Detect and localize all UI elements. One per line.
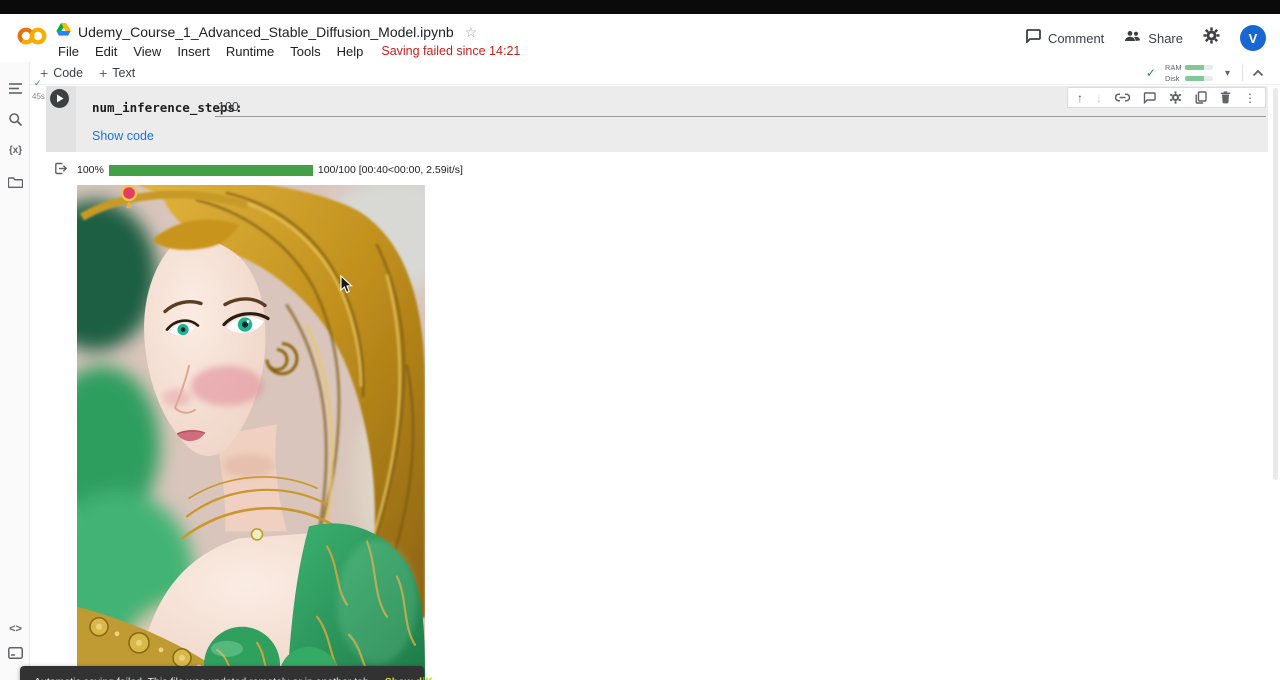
cell-insert-toolbar: + Code + Text (40, 62, 135, 84)
run-cell-button[interactable] (50, 89, 69, 108)
share-button[interactable]: Share (1124, 29, 1183, 47)
left-sidebar: {x} <> (0, 62, 30, 680)
menu-bar: File Edit View Insert Runtime Tools Help… (50, 42, 520, 60)
show-diff-button[interactable]: Show diff (385, 675, 432, 680)
more-actions-icon[interactable]: ⋮ (1244, 91, 1256, 105)
move-cell-up-icon[interactable]: ↑ (1077, 91, 1083, 105)
divider (30, 84, 1280, 85)
comment-button[interactable]: Comment (1025, 29, 1104, 48)
disk-usage-bar (1185, 76, 1213, 81)
share-label: Share (1148, 31, 1183, 46)
add-text-label: Text (112, 66, 135, 80)
snackbar: Automatic saving failed. This file was u… (20, 666, 424, 680)
divider (1242, 65, 1243, 81)
progress-bar (109, 165, 313, 176)
menu-help[interactable]: Help (329, 44, 372, 59)
ram-usage-bar (1185, 65, 1213, 70)
copy-cell-icon[interactable] (1195, 91, 1207, 104)
files-folder-icon[interactable] (7, 173, 24, 190)
menu-runtime[interactable]: Runtime (218, 44, 282, 59)
snackbar-message: Automatic saving failed. This file was u… (34, 675, 372, 680)
resources-dropdown-icon[interactable]: ▾ (1222, 68, 1233, 79)
gear-icon (1203, 27, 1220, 49)
variables-icon[interactable]: {x} (7, 142, 24, 159)
menu-edit[interactable]: Edit (87, 44, 125, 59)
execution-time: 45s (32, 92, 45, 101)
table-of-contents-icon[interactable] (7, 80, 24, 97)
cell-settings-gear-icon[interactable] (1169, 91, 1182, 104)
menu-tools[interactable]: Tools (282, 44, 328, 59)
add-code-label: Code (53, 66, 83, 80)
progress-output: 100% 100/100 [00:40<00:00, 2.59it/s] (77, 164, 463, 176)
copy-link-icon[interactable] (1115, 93, 1130, 102)
collapse-header-chevron-icon[interactable] (1252, 64, 1264, 82)
form-field-underline (215, 116, 1266, 117)
colab-logo[interactable] (16, 25, 48, 52)
add-code-button[interactable]: + Code (40, 65, 83, 81)
delete-cell-icon[interactable] (1220, 91, 1231, 104)
plus-icon: + (99, 65, 107, 81)
saving-status[interactable]: Saving failed since 14:21 (381, 44, 520, 58)
window-top-strip (0, 0, 1280, 14)
generated-image (77, 185, 425, 680)
notebook-title[interactable]: Udemy_Course_1_Advanced_Stable_Diffusion… (78, 24, 454, 40)
avatar[interactable]: V (1240, 25, 1266, 51)
progress-bar-fill (109, 165, 313, 176)
header: Udemy_Course_1_Advanced_Stable_Diffusion… (0, 14, 1280, 62)
disk-label: Disk (1165, 74, 1181, 83)
execution-success-icon: ✓ (34, 78, 42, 89)
drive-icon (56, 23, 71, 41)
terminal-icon[interactable] (7, 644, 24, 661)
code-snippets-icon[interactable]: <> (7, 620, 24, 637)
menu-file[interactable]: File (50, 44, 87, 59)
menu-insert[interactable]: Insert (169, 44, 218, 59)
progress-stats: 100/100 [00:40<00:00, 2.59it/s] (318, 164, 463, 176)
star-icon[interactable]: ☆ (465, 24, 478, 41)
settings-button[interactable] (1203, 27, 1220, 49)
scrollbar[interactable] (1273, 88, 1278, 480)
move-cell-down-icon[interactable]: ↓ (1096, 91, 1102, 105)
add-comment-icon[interactable] (1143, 92, 1156, 104)
form-field-input[interactable]: 100 (218, 100, 239, 114)
comment-icon (1025, 29, 1041, 48)
connected-check-icon: ✓ (1146, 66, 1156, 80)
menu-view[interactable]: View (125, 44, 169, 59)
search-icon[interactable] (7, 111, 24, 128)
output-indicator-icon[interactable] (54, 162, 68, 180)
show-code-link[interactable]: Show code (92, 129, 154, 143)
people-icon (1124, 29, 1141, 47)
ram-label: RAM (1165, 63, 1181, 72)
cell-toolbar: ↑ ↓ (1067, 87, 1266, 108)
add-text-button[interactable]: + Text (99, 65, 135, 81)
comment-label: Comment (1048, 31, 1104, 46)
resource-meter[interactable]: RAM Disk (1165, 63, 1213, 83)
progress-percent: 100% (77, 164, 104, 176)
